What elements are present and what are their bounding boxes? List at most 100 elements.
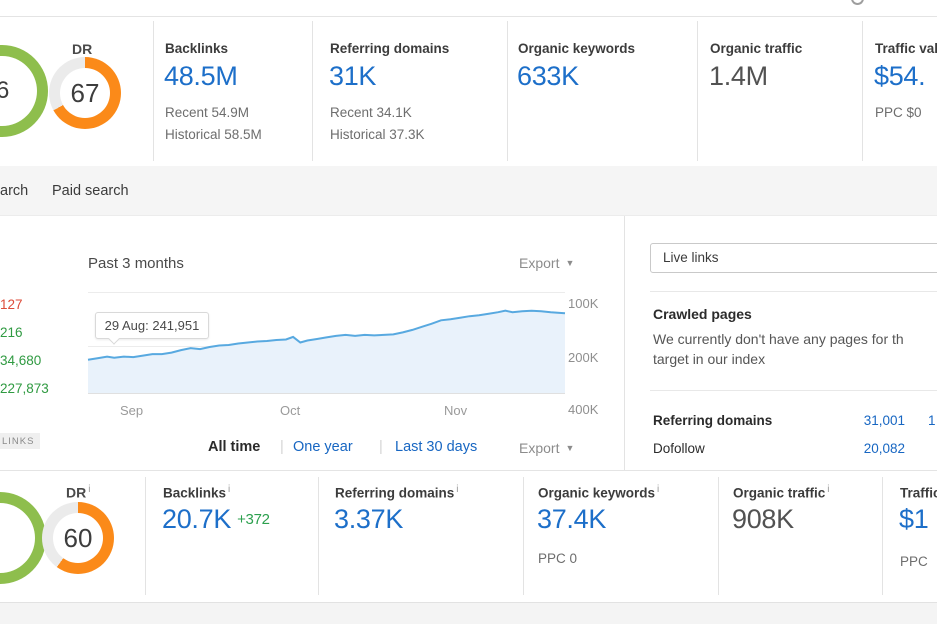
gauge-hole <box>0 503 35 573</box>
section-footer-band <box>0 602 937 624</box>
metric-value-traffic: 1.4M <box>709 61 768 92</box>
metric-label-keywords: Organic keywordsi <box>538 484 659 501</box>
x-tick-oct: Oct <box>280 403 300 418</box>
range-all-time[interactable]: All time <box>208 439 260 455</box>
metric-label-traffic: Organic traffic <box>710 41 802 56</box>
side-stat-lost: 127 <box>0 297 23 312</box>
divider <box>153 21 154 161</box>
divider <box>650 291 937 292</box>
metric-value-backlinks[interactable]: 48.5M <box>164 61 238 92</box>
bottom-metrics-row: DRi 60 Backlinksi 20.7K+372 Referring do… <box>0 470 937 602</box>
tab-organic-search-cut[interactable]: arch <box>0 183 28 199</box>
label-text: Referring domains <box>335 486 454 501</box>
dr-label-top: DR <box>72 41 92 57</box>
metric-label-traffic-value: Traffic value <box>875 41 937 56</box>
metric-label-backlinks: Backlinksi <box>163 484 230 501</box>
refdomains-percent-fragment: 1 <box>928 413 936 428</box>
dr-label-bottom: DRi <box>66 484 90 501</box>
live-links-value: Live links <box>663 250 719 265</box>
dofollow-row: Dofollow 20,082 <box>653 441 905 456</box>
side-stat-total-2: 227,873 <box>0 381 49 396</box>
metric-label-traffic-value: Traffic valuei <box>900 484 937 501</box>
metric-value-keywords[interactable]: 37.4K <box>537 504 606 535</box>
info-icon[interactable]: i <box>88 484 90 495</box>
metric-sub-ppc: PPC <box>900 554 928 569</box>
divider <box>318 477 319 595</box>
info-icon[interactable]: i <box>827 484 829 495</box>
label-text: Backlinks <box>163 486 226 501</box>
dr-gauge-top: 67 <box>49 57 121 129</box>
metric-value-refdomains[interactable]: 31K <box>329 61 376 92</box>
refdomains-row-value[interactable]: 31,001 <box>864 413 905 428</box>
divider <box>718 477 719 595</box>
divider <box>145 477 146 595</box>
y-tick-400k: 400K <box>568 402 598 417</box>
chevron-down-icon: ▼ <box>565 258 574 268</box>
side-stat-total-1: 34,680 <box>0 353 41 368</box>
metric-sub-ppc: PPC 0 <box>538 551 577 566</box>
axis-baseline <box>88 393 565 394</box>
x-tick-nov: Nov <box>444 403 467 418</box>
divider <box>312 21 313 161</box>
y-tick-100k: 100K <box>568 296 598 311</box>
dr-gauge-bottom: 60 <box>42 502 114 574</box>
value-text: 20.7K <box>162 504 231 534</box>
crawled-pages-text-line1: We currently don't have any pages for th <box>653 331 937 347</box>
divider <box>650 390 937 391</box>
x-tick-sep: Sep <box>120 403 143 418</box>
report-tabs: arch Paid search <box>0 166 937 216</box>
chart-tooltip: 29 Aug: 241,951 <box>95 312 209 339</box>
dofollow-row-label: Dofollow <box>653 441 705 456</box>
metric-sub-recent: Recent 54.9M <box>165 105 249 120</box>
export-label: Export <box>519 440 559 456</box>
info-icon[interactable]: i <box>456 484 458 495</box>
metric-sub-ppc: PPC $0 <box>875 105 922 120</box>
ur-gauge-top: 6 <box>0 45 48 137</box>
divider <box>507 21 508 161</box>
metric-value-refdomains[interactable]: 3.37K <box>334 504 403 535</box>
range-separator: | <box>379 439 383 455</box>
live-links-select[interactable]: Live links <box>650 243 937 273</box>
metric-label-backlinks: Backlinks <box>165 41 228 56</box>
divider <box>697 21 698 161</box>
chart-svg <box>88 292 565 393</box>
range-one-year[interactable]: One year <box>293 439 353 455</box>
ur-score-fragment: 6 <box>0 45 48 137</box>
crawled-pages-title: Crawled pages <box>653 306 752 322</box>
metric-label-refdomains: Referring domainsi <box>335 484 459 501</box>
export-label: Export <box>519 255 559 271</box>
divider <box>882 477 883 595</box>
metric-label-keywords: Organic keywords <box>518 41 635 56</box>
chart-export-button[interactable]: Export ▼ <box>519 255 574 271</box>
label-text: Organic traffic <box>733 486 825 501</box>
divider <box>523 477 524 595</box>
range-last-30-days[interactable]: Last 30 days <box>395 439 477 455</box>
lower-export-button[interactable]: Export ▼ <box>519 440 574 456</box>
tooltip-text: 29 Aug: 241,951 <box>105 318 200 333</box>
metric-value-traffic-value[interactable]: $1 <box>899 504 928 535</box>
metric-value-traffic-value[interactable]: $54. <box>874 61 925 92</box>
info-icon[interactable]: i <box>228 484 230 495</box>
backlinks-badge-fragment: LINKS <box>0 433 40 449</box>
metric-value-keywords[interactable]: 633K <box>517 61 579 92</box>
delta-badge: +372 <box>237 511 270 528</box>
gear-icon[interactable] <box>851 0 864 5</box>
metric-value-backlinks[interactable]: 20.7K +372 <box>162 504 270 535</box>
range-separator: | <box>280 439 284 455</box>
referring-domains-chart[interactable] <box>88 292 565 393</box>
ur-gauge-bottom <box>0 492 46 584</box>
metric-label-traffic: Organic traffici <box>733 484 830 501</box>
crawled-pages-text-line2: target in our index <box>653 351 937 367</box>
metric-sub-recent: Recent 34.1K <box>330 105 412 120</box>
info-icon[interactable]: i <box>657 484 659 495</box>
tab-paid-search[interactable]: Paid search <box>52 183 129 199</box>
chevron-down-icon: ▼ <box>565 443 574 453</box>
refdomains-row-label: Referring domains <box>653 413 772 428</box>
metric-label-refdomains: Referring domains <box>330 41 449 56</box>
side-stat-new: 216 <box>0 325 23 340</box>
dofollow-row-value[interactable]: 20,082 <box>864 441 905 456</box>
metric-value-traffic: 908K <box>732 504 794 535</box>
divider <box>862 21 863 161</box>
label-text: Organic keywords <box>538 486 655 501</box>
panel-divider <box>624 216 625 470</box>
